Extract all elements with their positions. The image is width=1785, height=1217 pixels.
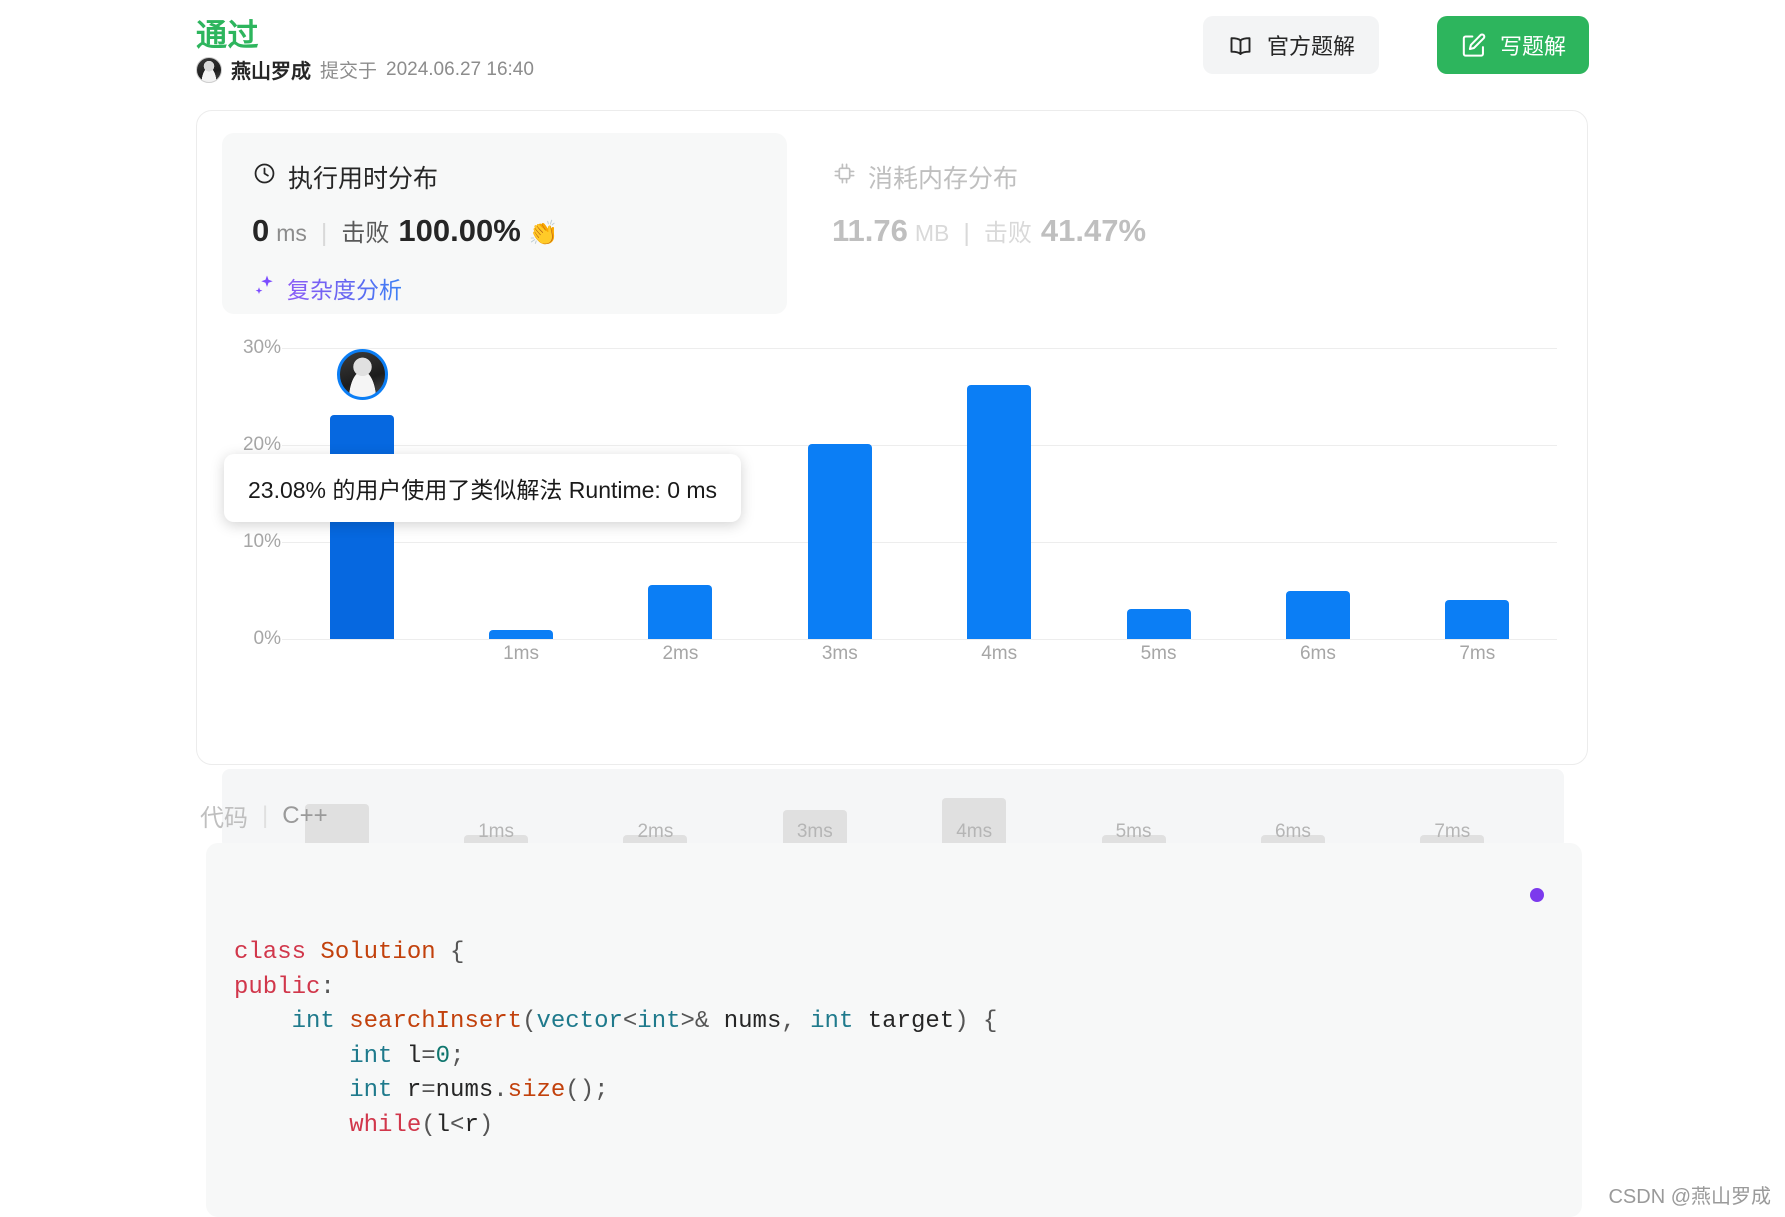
code-line: while(l<r) [349,1111,494,1139]
write-solution-button[interactable]: 写题解 [1436,16,1589,74]
stats-and-chart-card: 执行用时分布 0 ms | 击败 100.00% 👏 复杂度分析 消耗内存分布 … [196,110,1588,849]
clock-icon [252,161,277,193]
status-dot-icon [1530,888,1544,902]
code-block[interactable]: class Solution { public: int searchInsert… [206,843,1582,1217]
runtime-beat-percent: 100.00% [398,213,521,248]
chart-tooltip: 23.08% 的用户使用了类似解法 Runtime: 0 ms [224,454,742,523]
official-solution-button[interactable]: 官方题解 [1202,16,1379,74]
runtime-stat-panel[interactable]: 执行用时分布 0 ms | 击败 100.00% 👏 复杂度分析 [222,133,787,314]
book-icon [1227,32,1254,59]
chart-x-axis: 1ms 2ms 3ms 4ms 5ms 6ms 7ms [282,643,1557,673]
y-tick-label: 20% [242,434,281,456]
runtime-value: 0 [252,213,270,248]
divider: | [320,219,328,247]
x-tick-label: 6ms [1299,643,1336,664]
edit-square-icon [1460,32,1487,59]
brush-tick-label: 2ms [637,821,674,842]
sparkle-icon [252,273,276,303]
runtime-values: 0 ms | 击败 100.00% 👏 [252,213,757,249]
submitted-timestamp: 2024.06.27 16:40 [386,58,534,80]
code-separator: | [262,801,269,829]
brush-tick-label: 5ms [1115,821,1152,842]
brush-tick-label: 4ms [956,821,993,842]
chart-bar[interactable] [648,584,713,639]
chart-bar[interactable] [1126,608,1191,639]
memory-stat-panel[interactable]: 消耗内存分布 11.76 MB | 击败 41.47% [802,133,1367,314]
memory-value: 11.76 [832,213,908,248]
code-line: int r=nums.size(); [349,1077,609,1104]
submission-header: 通过 燕山罗成 提交于 2024.06.27 16:40 官方题解 写题解 [0,0,1785,110]
x-tick-label: 3ms [821,643,858,664]
code-section-header: 代码 | C++ [200,798,328,833]
user-position-marker [336,349,388,401]
runtime-beat-label: 击败 [341,220,390,247]
memory-beat-percent: 41.47% [1040,213,1147,248]
divider: | [963,219,970,247]
memory-beat-label: 击败 [983,220,1032,247]
complexity-analysis-link[interactable]: 复杂度分析 [252,271,402,305]
x-tick-label: 7ms [1459,643,1496,664]
memory-panel-header: 消耗内存分布 [832,159,1337,195]
y-tick-label: 10% [242,531,281,553]
brush-tick-label: 7ms [1434,821,1471,842]
submitter-name[interactable]: 燕山罗成 [231,55,311,84]
chart-bar[interactable] [807,444,872,639]
submitter-row: 燕山罗成 提交于 2024.06.27 16:40 [196,55,534,84]
x-tick-label: 4ms [981,643,1018,664]
x-tick-label: 5ms [1140,643,1177,664]
clap-icon: 👏 [528,220,559,247]
page-title: 通过 [196,18,259,53]
code-language[interactable]: C++ [282,802,327,830]
chart-bar[interactable] [1445,600,1510,639]
x-tick-label: 1ms [503,643,540,664]
code-lines: class Solution { public: int searchInsert… [234,936,1554,1143]
official-solution-label: 官方题解 [1266,34,1355,59]
code-line: class Solution { [234,939,465,966]
runtime-panel-header: 执行用时分布 [252,159,757,195]
write-solution-label: 写题解 [1499,34,1566,59]
submitted-prefix: 提交于 [320,61,378,82]
memory-values: 11.76 MB | 击败 41.47% [832,213,1337,249]
y-tick-label: 0% [253,628,281,649]
avatar [196,56,222,83]
chart-range-brush[interactable]: 1ms 2ms 3ms 4ms 5ms 6ms 7ms [222,769,1564,849]
brush-tick-label: 6ms [1274,821,1311,842]
complexity-analysis-label: 复杂度分析 [287,271,402,305]
chip-icon [832,161,857,193]
code-line: int l=0; [349,1042,465,1070]
memory-panel-title: 消耗内存分布 [868,165,1019,193]
chart-bar[interactable] [967,385,1032,639]
code-line: public: [234,973,335,1001]
memory-unit: MB [914,220,950,246]
brush-tick-label: 3ms [796,821,833,842]
chart-bar[interactable] [1285,590,1350,639]
runtime-panel-title: 执行用时分布 [288,165,439,193]
chart-bar[interactable] [329,415,394,639]
runtime-unit: ms [276,220,307,246]
chart-axis-line [282,639,1557,640]
x-tick-label: 2ms [662,643,699,664]
code-label: 代码 [200,805,248,832]
brush-tick-label: 1ms [478,821,515,842]
runtime-distribution-chart[interactable]: 30% 20% 10% 0% 1ms 2ms 3ms 4ms 5ms 6ms 7ms 23.08%… [222,321,1564,751]
y-tick-label: 30% [242,337,281,359]
code-line: int searchInsert(vector<int>& nums, int … [291,1008,998,1035]
watermark: CSDN @燕山罗成 [1608,1186,1771,1208]
chart-bar[interactable] [489,630,554,639]
